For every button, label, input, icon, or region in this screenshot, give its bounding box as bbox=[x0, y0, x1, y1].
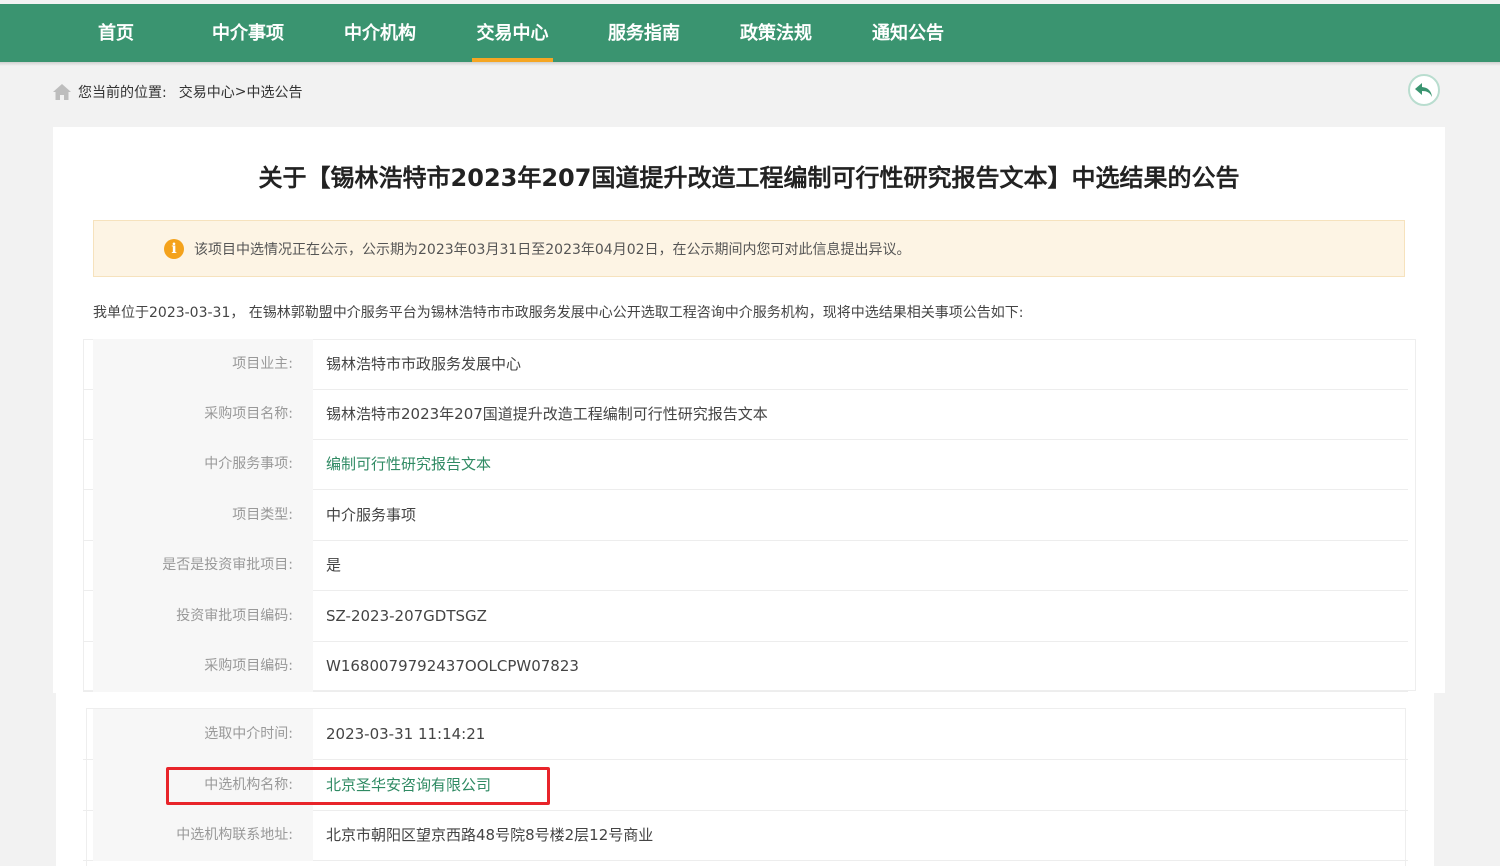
row-label: 项目类型: bbox=[93, 490, 313, 541]
intro-paragraph: 我单位于2023-03-31， 在锡林郭勒盟中介服务平台为锡林浩特市市政服务发展… bbox=[93, 305, 1024, 321]
page-title: 关于【锡林浩特市2023年207国道提升改造工程编制可行性研究报告文本】中选结果… bbox=[258, 164, 1240, 192]
row-value: 锡林浩特市市政服务发展中心 bbox=[326, 355, 522, 373]
selected-agency-link[interactable]: 北京圣华安咨询有限公司 bbox=[326, 760, 491, 811]
publicity-notice: i 该项目中选情况正在公示，公示期为2023年03月31日至2023年04月02… bbox=[93, 220, 1405, 277]
table-row: 中选机构联系地址: 北京市朝阳区望京西路48号院8号楼2层12号商业 bbox=[83, 810, 1408, 861]
row-value: W1680079792437OOLCPW07823 bbox=[326, 657, 579, 675]
breadcrumb-prefix: 您当前的位置: bbox=[78, 85, 167, 101]
table-row: 项目类型: 中介服务事项 bbox=[83, 490, 1408, 541]
table-row: 是否是投资审批项目: 是 bbox=[83, 540, 1408, 591]
notice-text: 该项目中选情况正在公示，公示期为2023年03月31日至2023年04月02日，… bbox=[194, 241, 911, 258]
breadcrumb: 您当前的位置: 交易中心 > 中选公告 bbox=[52, 80, 302, 104]
home-icon[interactable] bbox=[52, 83, 72, 101]
row-value: 2023-03-31 11:14:21 bbox=[326, 725, 486, 743]
row-label: 中选机构联系地址: bbox=[93, 810, 313, 861]
row-value: SZ-2023-207GDTSGZ bbox=[326, 607, 487, 625]
table-row: 采购项目编码: W1680079792437OOLCPW07823 bbox=[83, 641, 1408, 692]
table-row: 采购项目名称: 锡林浩特市2023年207国道提升改造工程编制可行性研究报告文本 bbox=[83, 389, 1408, 440]
breadcrumb-selection-announcement[interactable]: 中选公告 bbox=[246, 82, 302, 102]
back-button[interactable] bbox=[1408, 74, 1440, 106]
row-value: 中介服务事项 bbox=[326, 506, 417, 524]
row-label: 采购项目编码: bbox=[93, 641, 313, 692]
breadcrumb-separator: > bbox=[234, 84, 247, 100]
nav-item-intermediary-agencies[interactable]: 中介机构 bbox=[336, 4, 424, 62]
row-label: 是否是投资审批项目: bbox=[93, 540, 313, 591]
table-row: 投资审批项目编码: SZ-2023-207GDTSGZ bbox=[83, 591, 1408, 642]
service-matter-link[interactable]: 编制可行性研究报告文本 bbox=[326, 439, 491, 490]
nav-shadow bbox=[0, 62, 1500, 66]
info-icon: i bbox=[164, 238, 184, 259]
row-value: 锡林浩特市2023年207国道提升改造工程编制可行性研究报告文本 bbox=[326, 405, 768, 423]
table-row: 选取中介时间: 2023-03-31 11:14:21 bbox=[83, 709, 1408, 760]
row-label: 投资审批项目编码: bbox=[93, 591, 313, 642]
nav-item-trading-center[interactable]: 交易中心 bbox=[472, 4, 553, 62]
table-row: 项目业主: 锡林浩特市市政服务发展中心 bbox=[83, 339, 1408, 390]
table-row: 中选机构名称: 北京圣华安咨询有限公司 bbox=[83, 760, 1408, 811]
row-label: 中介服务事项: bbox=[93, 439, 313, 490]
table-row: 中介服务事项: 编制可行性研究报告文本 bbox=[83, 439, 1408, 490]
breadcrumb-trading-center[interactable]: 交易中心 bbox=[179, 82, 235, 102]
top-nav-bar: 首页 中介事项 中介机构 交易中心 服务指南 政策法规 通知公告 bbox=[0, 4, 1500, 62]
row-label: 采购项目名称: bbox=[93, 389, 313, 440]
nav-item-home[interactable]: 首页 bbox=[84, 4, 148, 62]
nav-item-policies-regulations[interactable]: 政策法规 bbox=[732, 4, 820, 62]
row-label: 选取中介时间: bbox=[93, 709, 313, 760]
nav-item-intermediary-matters[interactable]: 中介事项 bbox=[204, 4, 292, 62]
row-label: 项目业主: bbox=[93, 339, 313, 390]
nav-item-service-guide[interactable]: 服务指南 bbox=[600, 4, 688, 62]
row-label: 中选机构名称: bbox=[93, 760, 313, 811]
row-value: 北京市朝阳区望京西路48号院8号楼2层12号商业 bbox=[326, 826, 654, 844]
row-value: 是 bbox=[326, 556, 342, 574]
nav-item-notices[interactable]: 通知公告 bbox=[864, 4, 952, 62]
back-arrow-icon bbox=[1415, 83, 1432, 97]
